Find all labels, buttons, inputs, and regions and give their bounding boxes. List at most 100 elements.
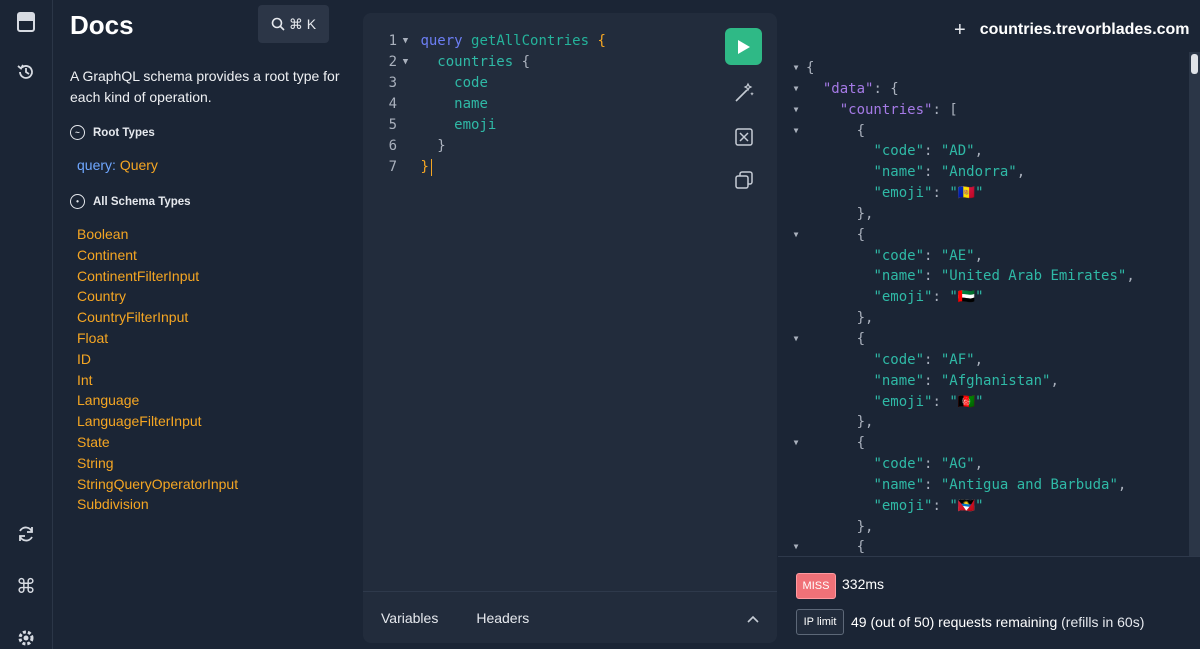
history-icon[interactable] — [12, 58, 40, 86]
root-query-type[interactable]: Query — [120, 157, 158, 173]
json-line: ▼ { — [786, 121, 1186, 142]
copy-query-button[interactable] — [731, 167, 757, 193]
fold-arrow-icon[interactable]: ▼ — [786, 100, 806, 121]
json-line: ▼ { — [786, 433, 1186, 454]
fold-arrow-icon[interactable]: ▼ — [786, 58, 806, 79]
schema-type-link[interactable]: Boolean — [77, 224, 238, 245]
run-query-button[interactable] — [725, 28, 762, 65]
schema-type-link[interactable]: ContinentFilterInput — [77, 266, 238, 287]
headers-tab[interactable]: Headers — [476, 610, 529, 626]
schema-type-link[interactable]: Language — [77, 390, 238, 411]
docs-book-icon[interactable] — [12, 8, 40, 36]
query-code[interactable]: 1 ▼ query getAllContries {2 ▼ countries {3… — [363, 31, 606, 178]
fold-arrow-icon[interactable]: ▼ — [399, 52, 412, 73]
schema-type-link[interactable]: CountryFilterInput — [77, 307, 238, 328]
json-key: "name" — [873, 164, 925, 181]
json-line: }, — [786, 517, 1186, 538]
json-text: "code": "AF", — [806, 350, 983, 371]
json-bracket: { — [890, 80, 899, 97]
json-text: "code": "AG", — [806, 454, 983, 475]
schema-type-link[interactable]: String — [77, 453, 238, 474]
line-number: 5 — [388, 117, 397, 133]
schema-type-link[interactable]: LanguageFilterInput — [77, 411, 238, 432]
json-line: "name": "Antigua and Barbuda", — [786, 475, 1186, 496]
search-shortcut: ⌘ K — [288, 15, 317, 32]
json-text: "name": "Afghanistan", — [806, 371, 1059, 392]
root-types-icon: ~ — [70, 125, 85, 140]
settings-icon[interactable] — [12, 624, 40, 649]
code-keyword: query — [420, 33, 463, 49]
json-comma: , — [1050, 372, 1059, 389]
fold-arrow-icon[interactable]: ▼ — [399, 31, 412, 52]
json-key: "emoji" — [873, 185, 933, 202]
schema-type-link[interactable]: State — [77, 432, 238, 453]
json-comma: , — [974, 351, 984, 368]
cache-status-badge: MISS — [796, 573, 836, 599]
root-query-link[interactable]: query: Query — [77, 157, 158, 173]
json-line: "name": "Andorra", — [786, 162, 1186, 183]
fold-arrow-icon[interactable]: ▼ — [786, 433, 806, 454]
code-line: 3 code — [363, 73, 606, 94]
fold-arrow-icon[interactable]: ▼ — [786, 225, 806, 246]
schema-type-link[interactable]: Country — [77, 286, 238, 307]
variables-tab[interactable]: Variables — [381, 610, 438, 626]
json-value: "AD" — [940, 143, 975, 160]
fold-arrow-icon[interactable]: ▼ — [786, 537, 806, 556]
code-brace: } — [420, 159, 429, 175]
json-value: "🇦🇩" — [949, 185, 984, 202]
ip-limit-badge: IP limit — [796, 609, 844, 635]
json-value: "United Arab Emirates" — [940, 268, 1127, 285]
response-json[interactable]: ▼{▼ "data": {▼ "countries": [▼ { "code":… — [786, 58, 1186, 556]
json-text: "data": { — [806, 79, 899, 100]
schema-type-link[interactable]: Subdivision — [77, 494, 238, 515]
json-bracket: { — [806, 435, 866, 452]
json-colon: : — [924, 164, 941, 181]
shortcuts-icon[interactable]: ⌘ — [12, 572, 40, 600]
merge-fragments-button[interactable] — [731, 124, 757, 150]
chevron-up-icon[interactable] — [747, 610, 759, 628]
run-icon — [737, 39, 750, 54]
schema-type-link[interactable]: Int — [77, 370, 238, 391]
all-schema-types-heading: • All Schema Types — [70, 194, 191, 209]
schema-type-link[interactable]: Float — [77, 328, 238, 349]
docs-search-button[interactable]: ⌘ K — [258, 5, 329, 43]
json-line: ▼ "data": { — [786, 79, 1186, 100]
json-comma: , — [1016, 164, 1026, 181]
fold-arrow-icon[interactable]: ▼ — [786, 79, 806, 100]
response-scrollbar[interactable] — [1189, 52, 1200, 556]
code-text: query getAllContries { — [412, 31, 606, 52]
fold-arrow-icon[interactable]: ▼ — [786, 329, 806, 350]
query-editor[interactable]: 1 ▼ query getAllContries {2 ▼ countries {3… — [363, 13, 777, 643]
json-colon: : — [932, 101, 950, 118]
json-text: "countries": [ — [806, 100, 958, 121]
prettify-button[interactable] — [731, 80, 757, 106]
refresh-schema-icon[interactable] — [12, 520, 40, 548]
json-text: "emoji": "🇦🇫" — [806, 392, 983, 413]
json-text: { — [806, 225, 865, 246]
json-bracket: { — [806, 226, 866, 243]
line-number: 2 — [388, 54, 397, 70]
scrollbar-thumb[interactable] — [1191, 54, 1198, 74]
schema-type-link[interactable]: ID — [77, 349, 238, 370]
code-text: name — [412, 94, 488, 115]
search-icon — [271, 17, 285, 31]
json-value: "AG" — [940, 456, 975, 473]
code-line: 1 ▼ query getAllContries { — [363, 31, 606, 52]
schema-type-link[interactable]: Continent — [77, 245, 238, 266]
json-text: "code": "AD", — [806, 141, 983, 162]
fold-arrow-icon[interactable]: ▼ — [786, 121, 806, 142]
json-text: "emoji": "🇦🇪" — [806, 287, 983, 308]
json-comma: , — [1117, 476, 1127, 493]
json-line: "emoji": "🇦🇫" — [786, 392, 1186, 413]
code-brace: { — [597, 33, 606, 49]
json-bracket: }, — [806, 310, 874, 327]
add-tab-icon[interactable]: + — [954, 19, 966, 42]
schema-type-link[interactable]: StringQueryOperatorInput — [77, 474, 238, 495]
